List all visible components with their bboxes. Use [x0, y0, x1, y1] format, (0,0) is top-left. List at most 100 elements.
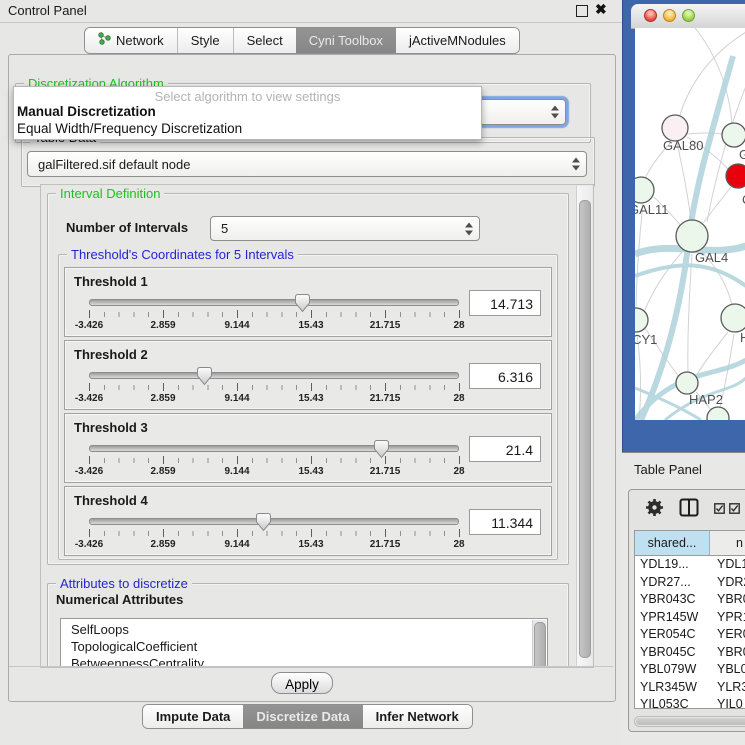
settings-scrollpane: Interval Definition Number of Intervals …: [40, 184, 594, 668]
tick-label: -3.426: [75, 539, 103, 550]
threshold-value-box[interactable]: 21.4: [469, 436, 541, 462]
table-row[interactable]: YDR27...YDR2: [635, 574, 745, 592]
tab-network[interactable]: Network: [85, 28, 177, 53]
table-row[interactable]: YBR043CYBR0: [635, 591, 745, 609]
threshold-value-box[interactable]: 14.713: [469, 290, 541, 316]
tick-label: 2.859: [150, 320, 175, 331]
split-column-icon[interactable]: [679, 498, 699, 520]
list-item[interactable]: SelfLoops: [61, 621, 547, 638]
slider-track[interactable]: [89, 445, 459, 452]
apply-button[interactable]: Apply: [271, 672, 333, 694]
cell-name[interactable]: YLR3: [709, 679, 745, 697]
gear-icon[interactable]: [645, 498, 664, 520]
slider-track[interactable]: [89, 372, 459, 379]
threshold-value-box[interactable]: 11.344: [469, 509, 541, 535]
tab-style[interactable]: Style: [177, 28, 233, 53]
cell-shared-name[interactable]: YDR27...: [635, 574, 709, 592]
threshold-slider[interactable]: -3.4262.8599.14415.4321.71528: [89, 511, 459, 553]
threshold-value-box[interactable]: 6.316: [469, 363, 541, 389]
column-header-shared[interactable]: shared...: [635, 531, 710, 555]
major-tick: [89, 310, 90, 318]
threshold-slider[interactable]: -3.4262.8599.14415.4321.71528: [89, 438, 459, 480]
close-light[interactable]: [644, 9, 657, 22]
cell-shared-name[interactable]: YDL19...: [635, 556, 709, 574]
column-header-name[interactable]: n: [710, 531, 745, 555]
major-tick: [459, 456, 460, 464]
scrollbar-thumb[interactable]: [579, 200, 591, 658]
network-node[interactable]: [707, 407, 729, 420]
popup-option-equal-width[interactable]: Equal Width/Frequency Discretization: [14, 121, 481, 138]
close-icon[interactable]: ✖: [595, 1, 607, 18]
number-of-intervals-combobox[interactable]: 5: [210, 216, 480, 241]
scrollbar-thumb[interactable]: [636, 718, 745, 725]
table-horizontal-scrollbar[interactable]: [634, 716, 745, 727]
tab-jactivemnodules[interactable]: jActiveMNodules: [396, 28, 519, 53]
network-node[interactable]: [676, 220, 708, 252]
cell-name[interactable]: YPR1: [709, 609, 745, 627]
tab-select[interactable]: Select: [233, 28, 296, 53]
cell-shared-name[interactable]: YPR145W: [635, 609, 709, 627]
table-row[interactable]: YPR145WYPR1: [635, 609, 745, 627]
cell-name[interactable]: YDL1: [709, 556, 745, 574]
cell-shared-name[interactable]: YIL053C: [635, 696, 709, 709]
zoom-light[interactable]: [682, 9, 695, 22]
major-tick: [459, 310, 460, 318]
table-row[interactable]: YBL079WYBL0: [635, 661, 745, 679]
major-tick: [385, 310, 386, 318]
threshold-slider[interactable]: -3.4262.8599.14415.4321.71528: [89, 365, 459, 407]
popup-hint: Select algorithm to view settings: [14, 89, 481, 104]
tab-infer-network[interactable]: Infer Network: [363, 705, 472, 728]
numerical-attributes-list[interactable]: SelfLoopsTopologicalCoefficientBetweenne…: [60, 618, 548, 668]
network-node[interactable]: [722, 123, 745, 147]
scrollbar-thumb[interactable]: [534, 622, 546, 668]
settings-vertical-scrollbar[interactable]: [576, 186, 592, 666]
table-row[interactable]: YER054CYER0: [635, 626, 745, 644]
cell-name[interactable]: YDR2: [709, 574, 745, 592]
table-rows: YDL19...YDL1YDR27...YDR2YBR043CYBR0YPR14…: [635, 556, 745, 709]
network-canvas[interactable]: GAL80 G GAL11 C GAL4 GCY1 H HAP2: [635, 28, 745, 420]
table-row[interactable]: YLR345WYLR3: [635, 679, 745, 697]
cell-name[interactable]: YIL0: [709, 696, 745, 709]
cell-name[interactable]: YBR0: [709, 644, 745, 662]
network-node[interactable]: [721, 304, 745, 332]
network-node[interactable]: [676, 372, 698, 394]
table-panel-body: shared... n YDL19...YDL1YDR27...YDR2YBR0…: [628, 489, 745, 732]
slider-thumb[interactable]: [294, 293, 311, 313]
checkbox-icon[interactable]: [729, 502, 740, 517]
table-row[interactable]: YBR045CYBR0: [635, 644, 745, 662]
tab-discretize-data[interactable]: Discretize Data: [243, 705, 362, 728]
minimize-light[interactable]: [663, 9, 676, 22]
cell-shared-name[interactable]: YLR345W: [635, 679, 709, 697]
tick-label: 2.859: [150, 466, 175, 477]
float-icon[interactable]: [576, 5, 588, 17]
tick-label: -3.426: [75, 466, 103, 477]
attributes-scrollbar[interactable]: [532, 620, 546, 668]
slider-track[interactable]: [89, 518, 459, 525]
cell-shared-name[interactable]: YER054C: [635, 626, 709, 644]
checkbox-icon[interactable]: [714, 502, 725, 517]
cell-name[interactable]: YER0: [709, 626, 745, 644]
slider-thumb[interactable]: [373, 439, 390, 459]
network-node[interactable]: [635, 308, 648, 332]
tab-impute-data[interactable]: Impute Data: [143, 705, 243, 728]
slider-track[interactable]: [89, 299, 459, 306]
tab-cyni-toolbox[interactable]: Cyni Toolbox: [296, 28, 396, 53]
tick-label: -3.426: [75, 393, 103, 404]
table-data-combobox[interactable]: galFiltered.sif default node: [27, 151, 587, 177]
list-item[interactable]: TopologicalCoefficient: [61, 638, 547, 655]
network-node-selected[interactable]: [726, 164, 745, 188]
cell-shared-name[interactable]: YBL079W: [635, 661, 709, 679]
cell-shared-name[interactable]: YBR043C: [635, 591, 709, 609]
table-row[interactable]: YDL19...YDL1: [635, 556, 745, 574]
major-tick: [237, 529, 238, 537]
popup-option-manual[interactable]: Manual Discretization: [14, 104, 481, 121]
cell-name[interactable]: YBR0: [709, 591, 745, 609]
slider-thumb[interactable]: [196, 366, 213, 386]
slider-thumb[interactable]: [255, 512, 272, 532]
cell-name[interactable]: YBL0: [709, 661, 745, 679]
table-row[interactable]: YIL053CYIL0: [635, 696, 745, 709]
cell-shared-name[interactable]: YBR045C: [635, 644, 709, 662]
network-window-titlebar[interactable]: [631, 4, 745, 29]
network-node[interactable]: [635, 177, 654, 203]
threshold-slider[interactable]: -3.4262.8599.14415.4321.71528: [89, 292, 459, 334]
